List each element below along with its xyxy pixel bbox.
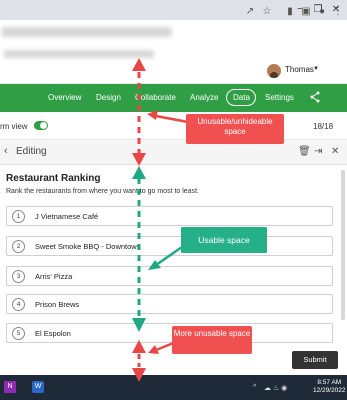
nav-item-analyze[interactable]: Analyze [190,93,218,102]
rank-number: 5 [12,327,25,340]
nav-item-data[interactable]: Data [233,93,250,102]
profile-name[interactable]: Thomas [285,65,314,74]
share-icon[interactable] [310,91,320,103]
rank-label: Sweet Smoke BBQ - Downtown [35,242,141,251]
nav-item-settings[interactable]: Settings [265,93,294,102]
tray-icons[interactable]: ☁ ♨ ◉ [264,384,287,392]
clock-date: 12/29/2022 [313,387,346,394]
share-page-icon[interactable]: ↗ [244,6,256,18]
form-view-label: rm view [0,122,28,131]
editing-title: Editing [16,146,47,157]
ranking-item[interactable]: 1 J Vietnamese Café [6,206,333,226]
nav-item-overview[interactable]: Overview [48,93,81,102]
question-description: Rank the restaurants from where you want… [6,188,199,195]
scrollbar[interactable] [341,170,345,320]
blurred-url [2,27,172,37]
tray-caret-icon[interactable]: ^ [253,384,256,391]
os-taskbar [0,375,347,400]
annotation-usable: Usable space [181,227,267,253]
ranking-item[interactable]: 4 Prison Brews [6,294,333,314]
app-icon[interactable]: W [32,381,44,393]
record-count: 18/18 [313,122,334,131]
extension-icon[interactable]: ▮ [284,6,296,18]
annotation-unusable-bottom: More unusable space [172,326,252,354]
form-view-toggle[interactable] [34,121,48,130]
ranking-item[interactable]: 2 Sweet Smoke BBQ - Downtown [6,236,333,256]
profile-icon[interactable]: ● [316,6,328,18]
editing-header [0,140,347,165]
star-icon[interactable]: ☆ [261,6,273,18]
nav-item-collaborate[interactable]: Collaborate [135,93,176,102]
ranking-item[interactable]: 3 Arris' Pizza [6,266,333,286]
submit-button[interactable]: Submit [292,351,338,369]
back-chevron-icon[interactable]: ‹ [4,145,8,157]
close-icon[interactable]: ✕ [331,146,339,158]
rank-label: Arris' Pizza [35,272,73,281]
nav-item-design[interactable]: Design [96,93,121,102]
rank-label: J Vietnamese Café [35,212,99,221]
clock-time: 8:57 AM [317,379,342,386]
menu-kebab-icon[interactable]: ⋮ [332,6,344,18]
question-title: Restaurant Ranking [6,173,101,184]
onenote-app-icon[interactable]: N [4,381,16,393]
avatar[interactable] [267,64,281,78]
sidebar-icon[interactable]: ▣ [300,6,312,18]
form-toolbar [0,112,347,140]
annotation-unusable-top: Unusable/unhideable space [186,114,284,144]
rank-number: 2 [12,240,25,253]
rank-number: 4 [12,298,25,311]
rank-number: 1 [12,210,25,223]
collapse-icon[interactable]: ⇥ [314,146,322,158]
rank-number: 3 [12,270,25,283]
chevron-down-icon[interactable]: ▼ [313,66,319,72]
rank-label: El Espolon [35,329,71,338]
trash-icon[interactable]: 🗑 [298,146,311,158]
ranking-item[interactable]: 5 El Espolon [6,323,333,343]
system-clock[interactable]: 8:57 AM 12/29/2022 [313,379,346,395]
rank-label: Prison Brews [35,300,80,309]
blurred-header-text [4,50,154,58]
